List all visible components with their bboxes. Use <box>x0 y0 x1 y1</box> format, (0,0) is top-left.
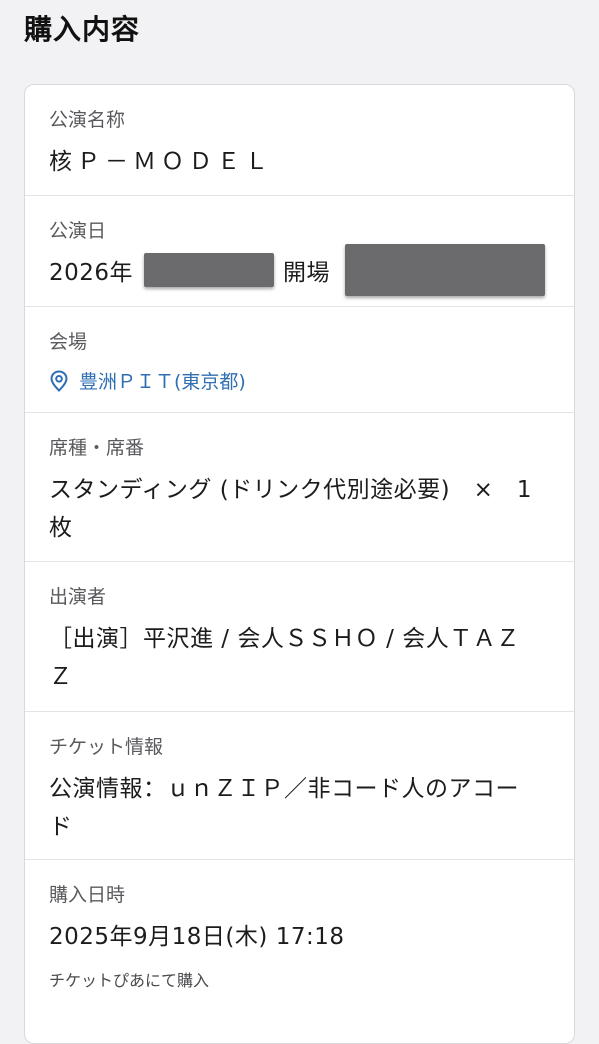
venue-name: 豊洲ＰＩＴ(東京都) <box>79 371 246 393</box>
seat-section: 席種・席番 スタンディング (ドリンク代別途必要) × 1 枚 <box>25 413 574 562</box>
event-name-label: 公演名称 <box>49 109 126 131</box>
purchase-datetime-section: 購入日時 2025年9月18日(木) 17:18 チケットぴあにて購入 <box>25 860 574 1043</box>
event-name-section: 公演名称 核Ｐ－ＭＯＤＥＬ <box>25 85 574 196</box>
redacted-date-block <box>144 253 274 287</box>
performers-value-line2: Ｚ <box>49 664 73 690</box>
venue-link[interactable]: 豊洲ＰＩＴ(東京都) <box>49 367 246 394</box>
map-pin-icon <box>50 369 68 392</box>
redacted-time-block <box>345 244 545 296</box>
event-name-value: 核Ｐ－ＭＯＤＥＬ <box>49 149 273 175</box>
venue-label: 会場 <box>49 331 88 353</box>
seat-label: 席種・席番 <box>49 437 145 459</box>
performers-label: 出演者 <box>49 586 107 608</box>
event-date-section: 公演日 2026年 開場 <box>25 196 574 307</box>
event-date-prefix: 2026年 <box>49 260 134 286</box>
event-date-label: 公演日 <box>49 220 107 242</box>
ticket-info-section: チケット情報 公演情報：ｕｎＺＩＰ／非コード人のアコー ド <box>25 712 574 860</box>
purchase-details-card: 公演名称 核Ｐ－ＭＯＤＥＬ 公演日 2026年 開場 会場 豊洲ＰＩＴ(東京都)… <box>24 84 575 1044</box>
ticket-info-value-line2: ド <box>49 814 73 840</box>
ticket-info-label: チケット情報 <box>49 736 164 758</box>
seat-value-line2: 枚 <box>49 515 73 541</box>
performers-section: 出演者 ［出演］平沢進 / 会人ＳＳＨＯ / 会人ＴＡＺ Ｚ <box>25 562 574 712</box>
venue-section: 会場 <box>25 307 574 413</box>
performers-value-line1: ［出演］平沢進 / 会人ＳＳＨＯ / 会人ＴＡＺ <box>49 626 520 652</box>
ticket-info-value-line1: 公演情報：ｕｎＺＩＰ／非コード人のアコー <box>49 776 519 802</box>
purchase-datetime-label: 購入日時 <box>49 884 126 906</box>
seat-value-line1: スタンディング (ドリンク代別途必要) × 1 <box>49 477 533 503</box>
doors-open-label: 開場 <box>283 260 330 286</box>
purchase-source-note: チケットぴあにて購入 <box>49 971 210 990</box>
page-title: 購入内容 <box>24 13 141 46</box>
purchase-datetime-value: 2025年9月18日(木) 17:18 <box>49 924 345 950</box>
